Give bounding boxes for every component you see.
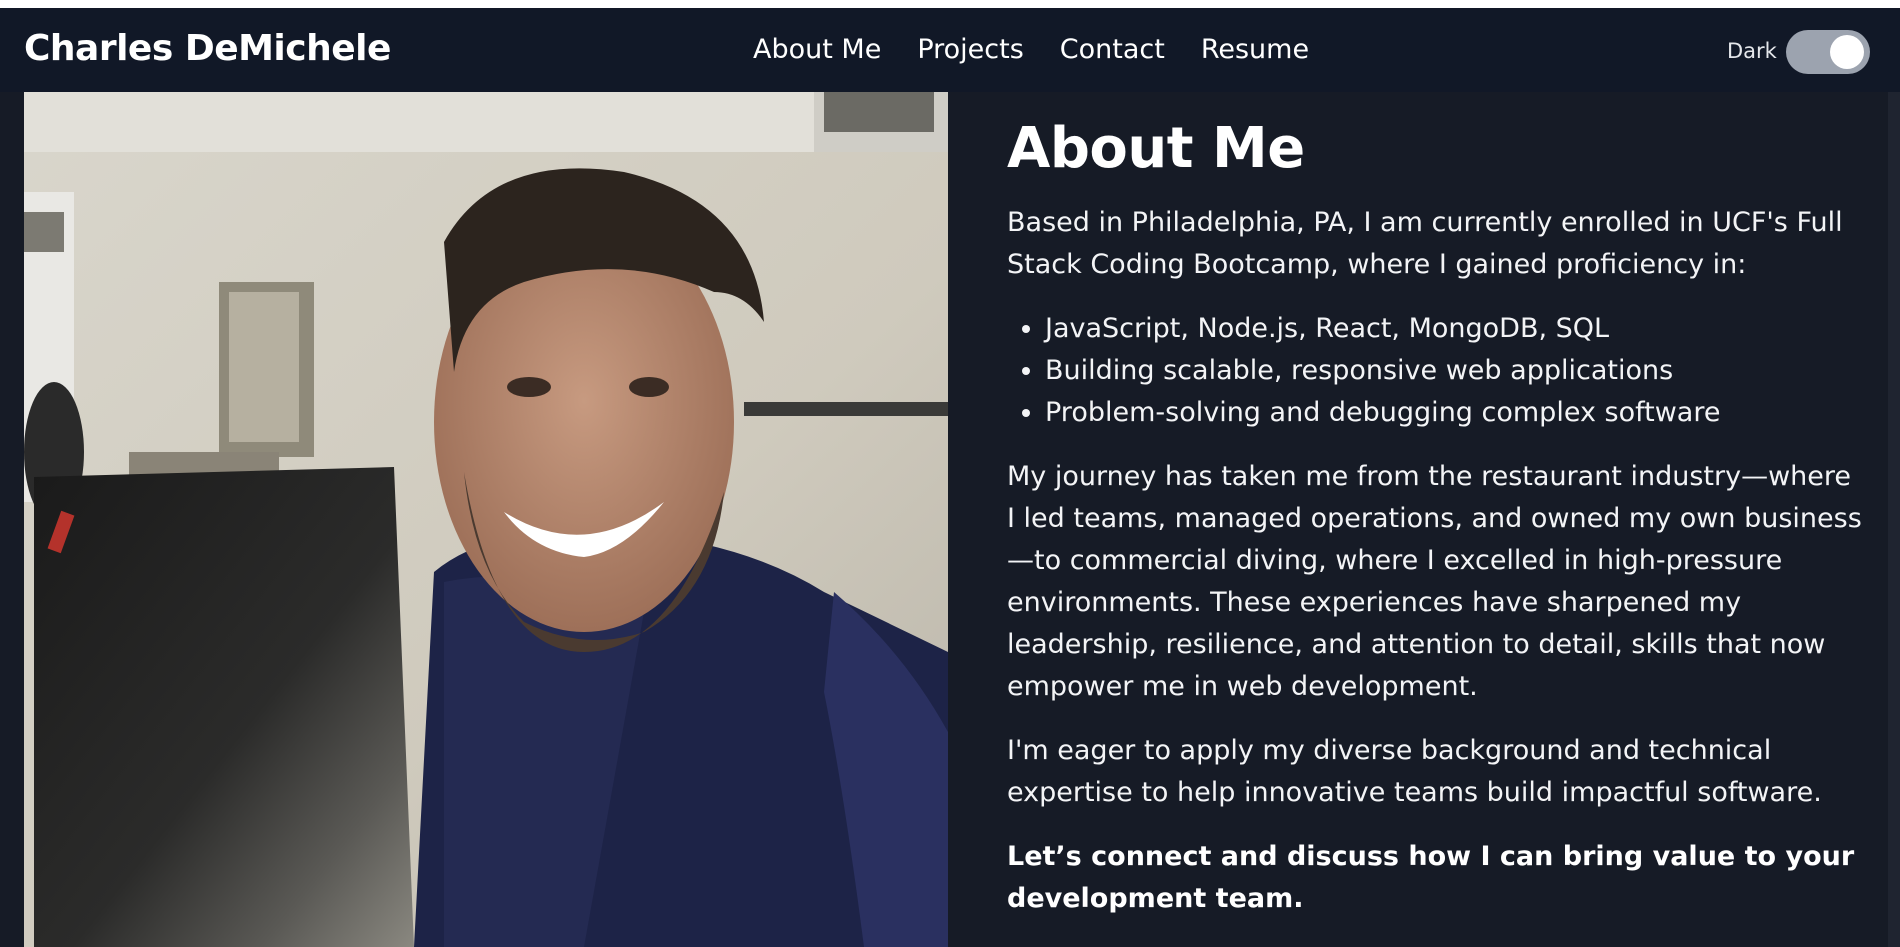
about-eager: I'm eager to apply my diverse background… — [1007, 734, 1822, 808]
nav-resume[interactable]: Resume — [1201, 34, 1309, 65]
dark-mode-toggle[interactable] — [1786, 30, 1870, 74]
about-cta: Let’s connect and discuss how I can brin… — [1007, 840, 1855, 914]
profile-photo — [24, 92, 948, 947]
brand-name[interactable]: Charles DeMichele — [24, 28, 391, 69]
skill-item: Building scalable, responsive web applic… — [1045, 350, 1867, 392]
about-heading: About Me — [1007, 116, 1305, 181]
nav-about-me[interactable]: About Me — [753, 34, 881, 65]
about-intro: Based in Philadelphia, PA, I am currentl… — [1007, 206, 1843, 280]
nav-links: About Me Projects Contact Resume — [753, 34, 1309, 65]
skill-item: Problem-solving and debugging complex so… — [1045, 392, 1867, 434]
window-top-strip — [0, 0, 1900, 8]
theme-label: Dark — [1727, 39, 1777, 63]
nav-projects[interactable]: Projects — [917, 34, 1023, 65]
skill-item: JavaScript, Node.js, React, MongoDB, SQL — [1045, 308, 1867, 350]
toggle-knob — [1830, 35, 1864, 69]
about-section: About Me Based in Philadelphia, PA, I am… — [1007, 118, 1867, 942]
nav-contact[interactable]: Contact — [1060, 34, 1165, 65]
about-journey: My journey has taken me from the restaur… — [1007, 460, 1862, 702]
navbar: Charles DeMichele About Me Projects Cont… — [0, 8, 1900, 92]
page-right-edge — [1888, 92, 1900, 947]
skills-list: JavaScript, Node.js, React, MongoDB, SQL… — [1007, 308, 1867, 434]
